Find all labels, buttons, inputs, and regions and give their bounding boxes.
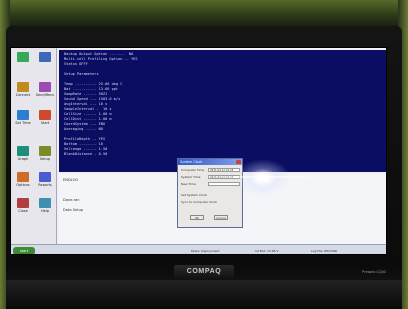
- help-icon: [39, 198, 51, 208]
- options-icon: [17, 172, 29, 182]
- graph-icon: [17, 146, 29, 156]
- toolbar-icon: [39, 52, 51, 62]
- close-icon: [17, 198, 29, 208]
- clock-icon: [17, 110, 29, 120]
- dialog-row-label: New Time: [181, 182, 196, 186]
- taskbar: start Mode: Deployment Int Bat: 13.66 V …: [11, 244, 386, 254]
- set-clock-option[interactable]: Set System Clock: [181, 193, 207, 197]
- toolbar-icon: [17, 52, 29, 62]
- console-output-panel: Backup Output Option ------- NO Multi-ce…: [59, 50, 386, 172]
- sidebar-button-set-time[interactable]: Set Time: [13, 110, 33, 134]
- start-button[interactable]: start: [13, 247, 35, 254]
- new-time-field[interactable]: [208, 182, 240, 186]
- tool-sidebar: Connect Send/Recv Set Time Start Graph S…: [11, 48, 57, 244]
- sidebar-button-send-recv[interactable]: Send/Recv: [35, 82, 55, 106]
- dialog-row-label: System Time: [181, 175, 201, 179]
- glare-streak: [199, 176, 329, 178]
- log-line: Done.ran: [63, 198, 80, 202]
- plug-icon: [17, 82, 29, 92]
- log-line: Data Setup: [63, 208, 84, 212]
- dialog-row-label: Computer Time: [181, 168, 205, 172]
- status-logfile: Log File: RECORD: [311, 249, 338, 253]
- background-wall: [0, 0, 408, 28]
- console-line: Averaging ----- NO: [64, 127, 103, 131]
- sidebar-button-label: Setup: [39, 157, 51, 161]
- console-line: Setup Parameters: [64, 72, 99, 76]
- sidebar-button-label: Close: [18, 209, 28, 213]
- sidebar-button-1[interactable]: [13, 52, 33, 76]
- setup-icon: [39, 146, 51, 156]
- sidebar-button-label: Start: [40, 121, 50, 125]
- ok-button[interactable]: OK: [190, 215, 204, 220]
- dialog-title: System Clock: [178, 159, 242, 165]
- sidebar-button-help[interactable]: Help: [35, 198, 55, 222]
- console-line: Status OFFF: [64, 62, 88, 66]
- photo-scene: Connect Send/Recv Set Time Start Graph S…: [0, 0, 408, 309]
- report-icon: [39, 172, 51, 182]
- sidebar-button-label: Graph: [17, 157, 29, 161]
- sidebar-button-label: Send/Recv: [35, 93, 55, 97]
- status-battery: Int Bat: 13.66 V: [255, 249, 279, 253]
- sync-clock-option[interactable]: Sync to Computer Clock: [181, 200, 217, 204]
- close-icon[interactable]: [236, 160, 241, 164]
- sidebar-button-graph[interactable]: Graph: [13, 146, 33, 170]
- log-line: ENDLOG: [63, 178, 79, 182]
- sidebar-button-label: Options: [16, 183, 30, 187]
- computer-time-field: 2011-04-12 10:25: [208, 168, 240, 172]
- console-line: BlankDistance - 0.50: [64, 152, 108, 156]
- play-icon: [39, 110, 51, 120]
- brand-logo: COMPAQ: [174, 265, 234, 279]
- sidebar-button-close[interactable]: Close: [13, 198, 33, 222]
- transfer-icon: [39, 82, 51, 92]
- sidebar-button-label: Help: [41, 209, 49, 213]
- cancel-button[interactable]: Cancel: [214, 215, 228, 220]
- sidebar-button-reports[interactable]: Reports: [35, 172, 55, 196]
- laptop-screen: Connect Send/Recv Set Time Start Graph S…: [10, 47, 387, 255]
- sidebar-button-connect[interactable]: Connect: [13, 82, 33, 106]
- system-clock-dialog: System Clock Computer Time 2011-04-12 10…: [177, 158, 243, 228]
- laptop-hinge: [6, 280, 402, 309]
- status-mode: Mode: Deployment: [191, 249, 220, 253]
- sidebar-button-start[interactable]: Start: [35, 110, 55, 134]
- sidebar-button-label: Set Time: [15, 121, 31, 125]
- model-label: Presario CQ40: [362, 270, 386, 274]
- sidebar-button-options[interactable]: Options: [13, 172, 33, 196]
- sidebar-button-setup[interactable]: Setup: [35, 146, 55, 170]
- sidebar-button-label: Connect: [15, 93, 31, 97]
- sidebar-button-2[interactable]: [35, 52, 55, 76]
- sidebar-button-label: Reports: [38, 183, 52, 187]
